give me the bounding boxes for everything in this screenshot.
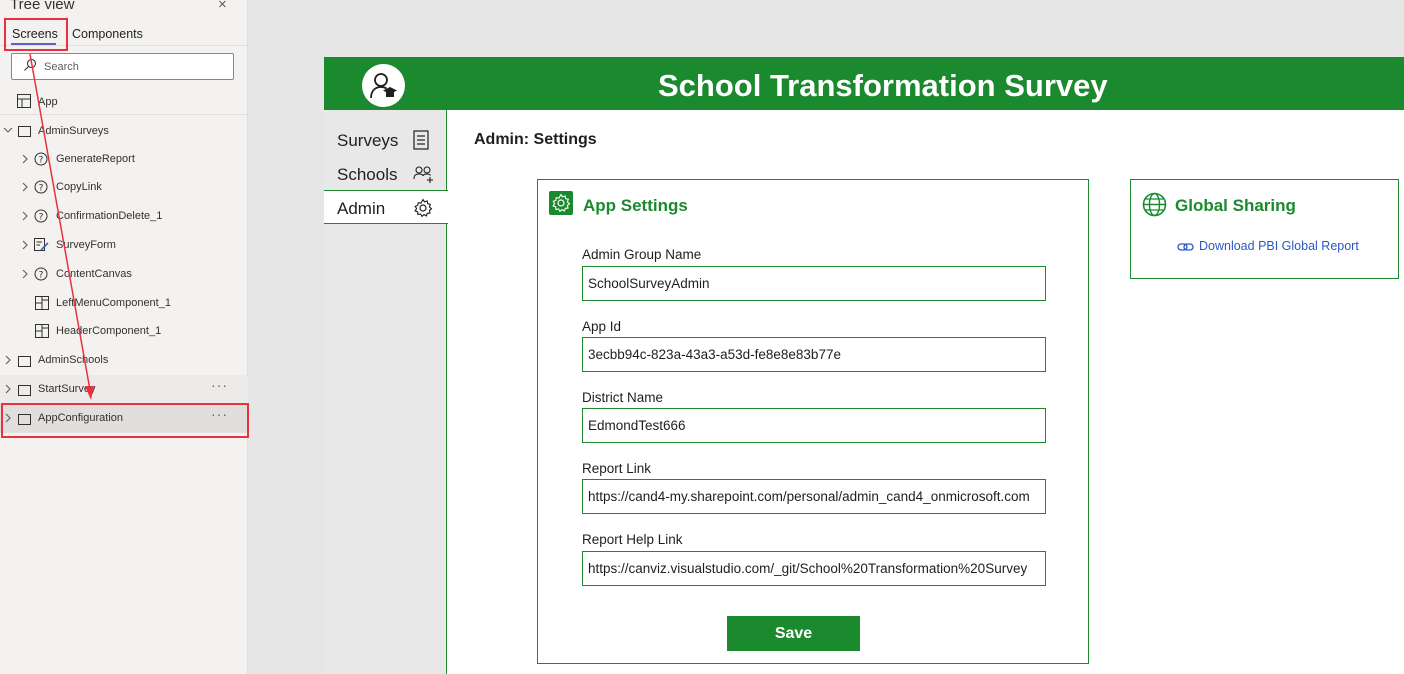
question-circle-icon: ? xyxy=(34,209,48,223)
svg-text:?: ? xyxy=(39,184,44,194)
tree-item-label: StartSurvey xyxy=(38,383,96,395)
nav-item-schools[interactable]: Schools xyxy=(324,157,447,191)
chevron-right-icon[interactable] xyxy=(20,210,30,222)
globe-icon xyxy=(1142,192,1167,217)
link-icon xyxy=(1177,243,1194,251)
svg-text:?: ? xyxy=(39,156,44,166)
tree-item-label: GenerateReport xyxy=(56,153,135,165)
chevron-right-icon[interactable] xyxy=(20,181,30,193)
chevron-down-icon[interactable] xyxy=(3,124,13,136)
annotation-highlight-appconfiguration xyxy=(1,403,249,438)
component-icon xyxy=(35,296,49,310)
student-graduate-icon xyxy=(370,73,397,99)
screen-icon xyxy=(18,385,31,396)
admin-group-name-label: Admin Group Name xyxy=(582,247,702,262)
tree-item-leftmenucomponent[interactable]: LeftMenuComponent_1 xyxy=(0,289,248,318)
chevron-right-icon[interactable] xyxy=(3,383,13,395)
chevron-right-icon[interactable] xyxy=(3,354,13,366)
field-value: https://cand4-my.sharepoint.com/personal… xyxy=(588,489,1030,504)
tree-item-headercomponent[interactable]: HeaderComponent_1 xyxy=(0,317,248,346)
link-label: Download PBI Global Report xyxy=(1199,239,1359,253)
question-circle-icon: ? xyxy=(34,152,48,166)
tree-item-label: CopyLink xyxy=(56,181,102,193)
search-input[interactable]: Search xyxy=(11,53,234,80)
field-value: SchoolSurveyAdmin xyxy=(588,276,710,291)
svg-text:?: ? xyxy=(39,213,44,223)
tree-view-title: Tree view xyxy=(10,0,75,13)
left-navigation: Surveys Schools Admin xyxy=(324,110,448,674)
app-title: School Transformation Survey xyxy=(658,68,1108,103)
tree-item-app[interactable]: App xyxy=(0,88,248,115)
svg-text:?: ? xyxy=(39,271,44,281)
tree-item-label: App xyxy=(38,96,58,108)
app-canvas: School Transformation Survey Surveys Sch… xyxy=(324,57,1404,674)
more-options-icon[interactable]: ··· xyxy=(211,377,228,393)
chevron-right-icon[interactable] xyxy=(20,268,30,280)
tree-item-label: SurveyForm xyxy=(56,239,116,251)
tab-components[interactable]: Components xyxy=(72,27,143,41)
question-circle-icon: ? xyxy=(34,267,48,281)
app-id-field[interactable]: 3ecbb94c-823a-43a3-a53d-fe8e8e83b77e xyxy=(582,337,1046,372)
admin-group-name-field[interactable]: SchoolSurveyAdmin xyxy=(582,266,1046,301)
chevron-right-icon[interactable] xyxy=(20,239,30,251)
tree-item-label: HeaderComponent_1 xyxy=(56,325,162,337)
field-value: EdmondTest666 xyxy=(588,418,686,433)
screen-icon xyxy=(18,126,31,137)
tree-view-panel: Tree view × Screens Components Search Ap… xyxy=(0,0,249,674)
annotation-highlight-screens xyxy=(4,18,68,51)
global-sharing-card: Global Sharing Download PBI Global Repor… xyxy=(1130,179,1399,279)
tree-item-startsurvey[interactable]: StartSurvey ··· xyxy=(0,375,248,404)
tree-item-copylink[interactable]: ? CopyLink xyxy=(0,173,248,202)
tree-item-label: AdminSurveys xyxy=(38,125,109,137)
report-help-link-field[interactable]: https://canviz.visualstudio.com/_git/Sch… xyxy=(582,551,1046,586)
save-button[interactable]: Save xyxy=(727,616,860,651)
report-link-label: Report Link xyxy=(582,461,652,476)
tree-item-generatereport[interactable]: ? GenerateReport xyxy=(0,145,248,174)
tree-item-contentcanvas[interactable]: ? ContentCanvas xyxy=(0,260,248,289)
tree-item-label: LeftMenuComponent_1 xyxy=(56,297,171,309)
card-title: Global Sharing xyxy=(1175,196,1296,215)
district-name-label: District Name xyxy=(582,390,664,405)
form-edit-icon xyxy=(34,238,49,251)
page-heading: Admin: Settings xyxy=(474,131,597,148)
nav-item-label: Surveys xyxy=(337,131,399,150)
district-name-field[interactable]: EdmondTest666 xyxy=(582,408,1046,443)
report-link-field[interactable]: https://cand4-my.sharepoint.com/personal… xyxy=(582,479,1046,514)
app-id-label: App Id xyxy=(582,319,622,334)
app-header: School Transformation Survey xyxy=(324,57,1404,110)
nav-item-label: Admin xyxy=(337,199,386,218)
app-settings-card: App Settings Admin Group Name SchoolSurv… xyxy=(537,179,1089,664)
tree-item-label: ConfirmationDelete_1 xyxy=(56,210,163,222)
chevron-right-icon[interactable] xyxy=(20,153,30,165)
people-add-icon xyxy=(413,166,433,183)
nav-item-label: Schools xyxy=(337,165,398,184)
nav-item-surveys[interactable]: Surveys xyxy=(324,123,447,157)
search-placeholder: Search xyxy=(44,61,79,73)
tree-item-adminschools[interactable]: AdminSchools xyxy=(0,346,248,375)
search-icon xyxy=(24,58,37,71)
survey-list-icon xyxy=(413,130,429,150)
tree-item-surveyform[interactable]: SurveyForm xyxy=(0,231,248,260)
component-icon xyxy=(35,324,49,338)
screen-icon xyxy=(18,356,31,367)
tree-item-adminsurveys[interactable]: AdminSurveys xyxy=(0,116,248,145)
report-help-link-label: Report Help Link xyxy=(582,532,683,547)
nav-item-admin[interactable]: Admin xyxy=(324,190,448,224)
close-icon[interactable]: × xyxy=(218,0,227,13)
tree-item-label: ContentCanvas xyxy=(56,268,132,280)
gear-icon xyxy=(414,198,433,218)
settings-gear-icon xyxy=(549,191,573,215)
field-value: 3ecbb94c-823a-43a3-a53d-fe8e8e83b77e xyxy=(588,347,841,362)
tree-item-label: AdminSchools xyxy=(38,354,109,366)
app-icon xyxy=(17,94,31,108)
tree-item-confirmationdelete[interactable]: ? ConfirmationDelete_1 xyxy=(0,202,248,231)
card-title: App Settings xyxy=(583,196,688,215)
field-value: https://canviz.visualstudio.com/_git/Sch… xyxy=(588,561,1028,576)
app-logo xyxy=(362,64,405,107)
question-circle-icon: ? xyxy=(34,180,48,194)
